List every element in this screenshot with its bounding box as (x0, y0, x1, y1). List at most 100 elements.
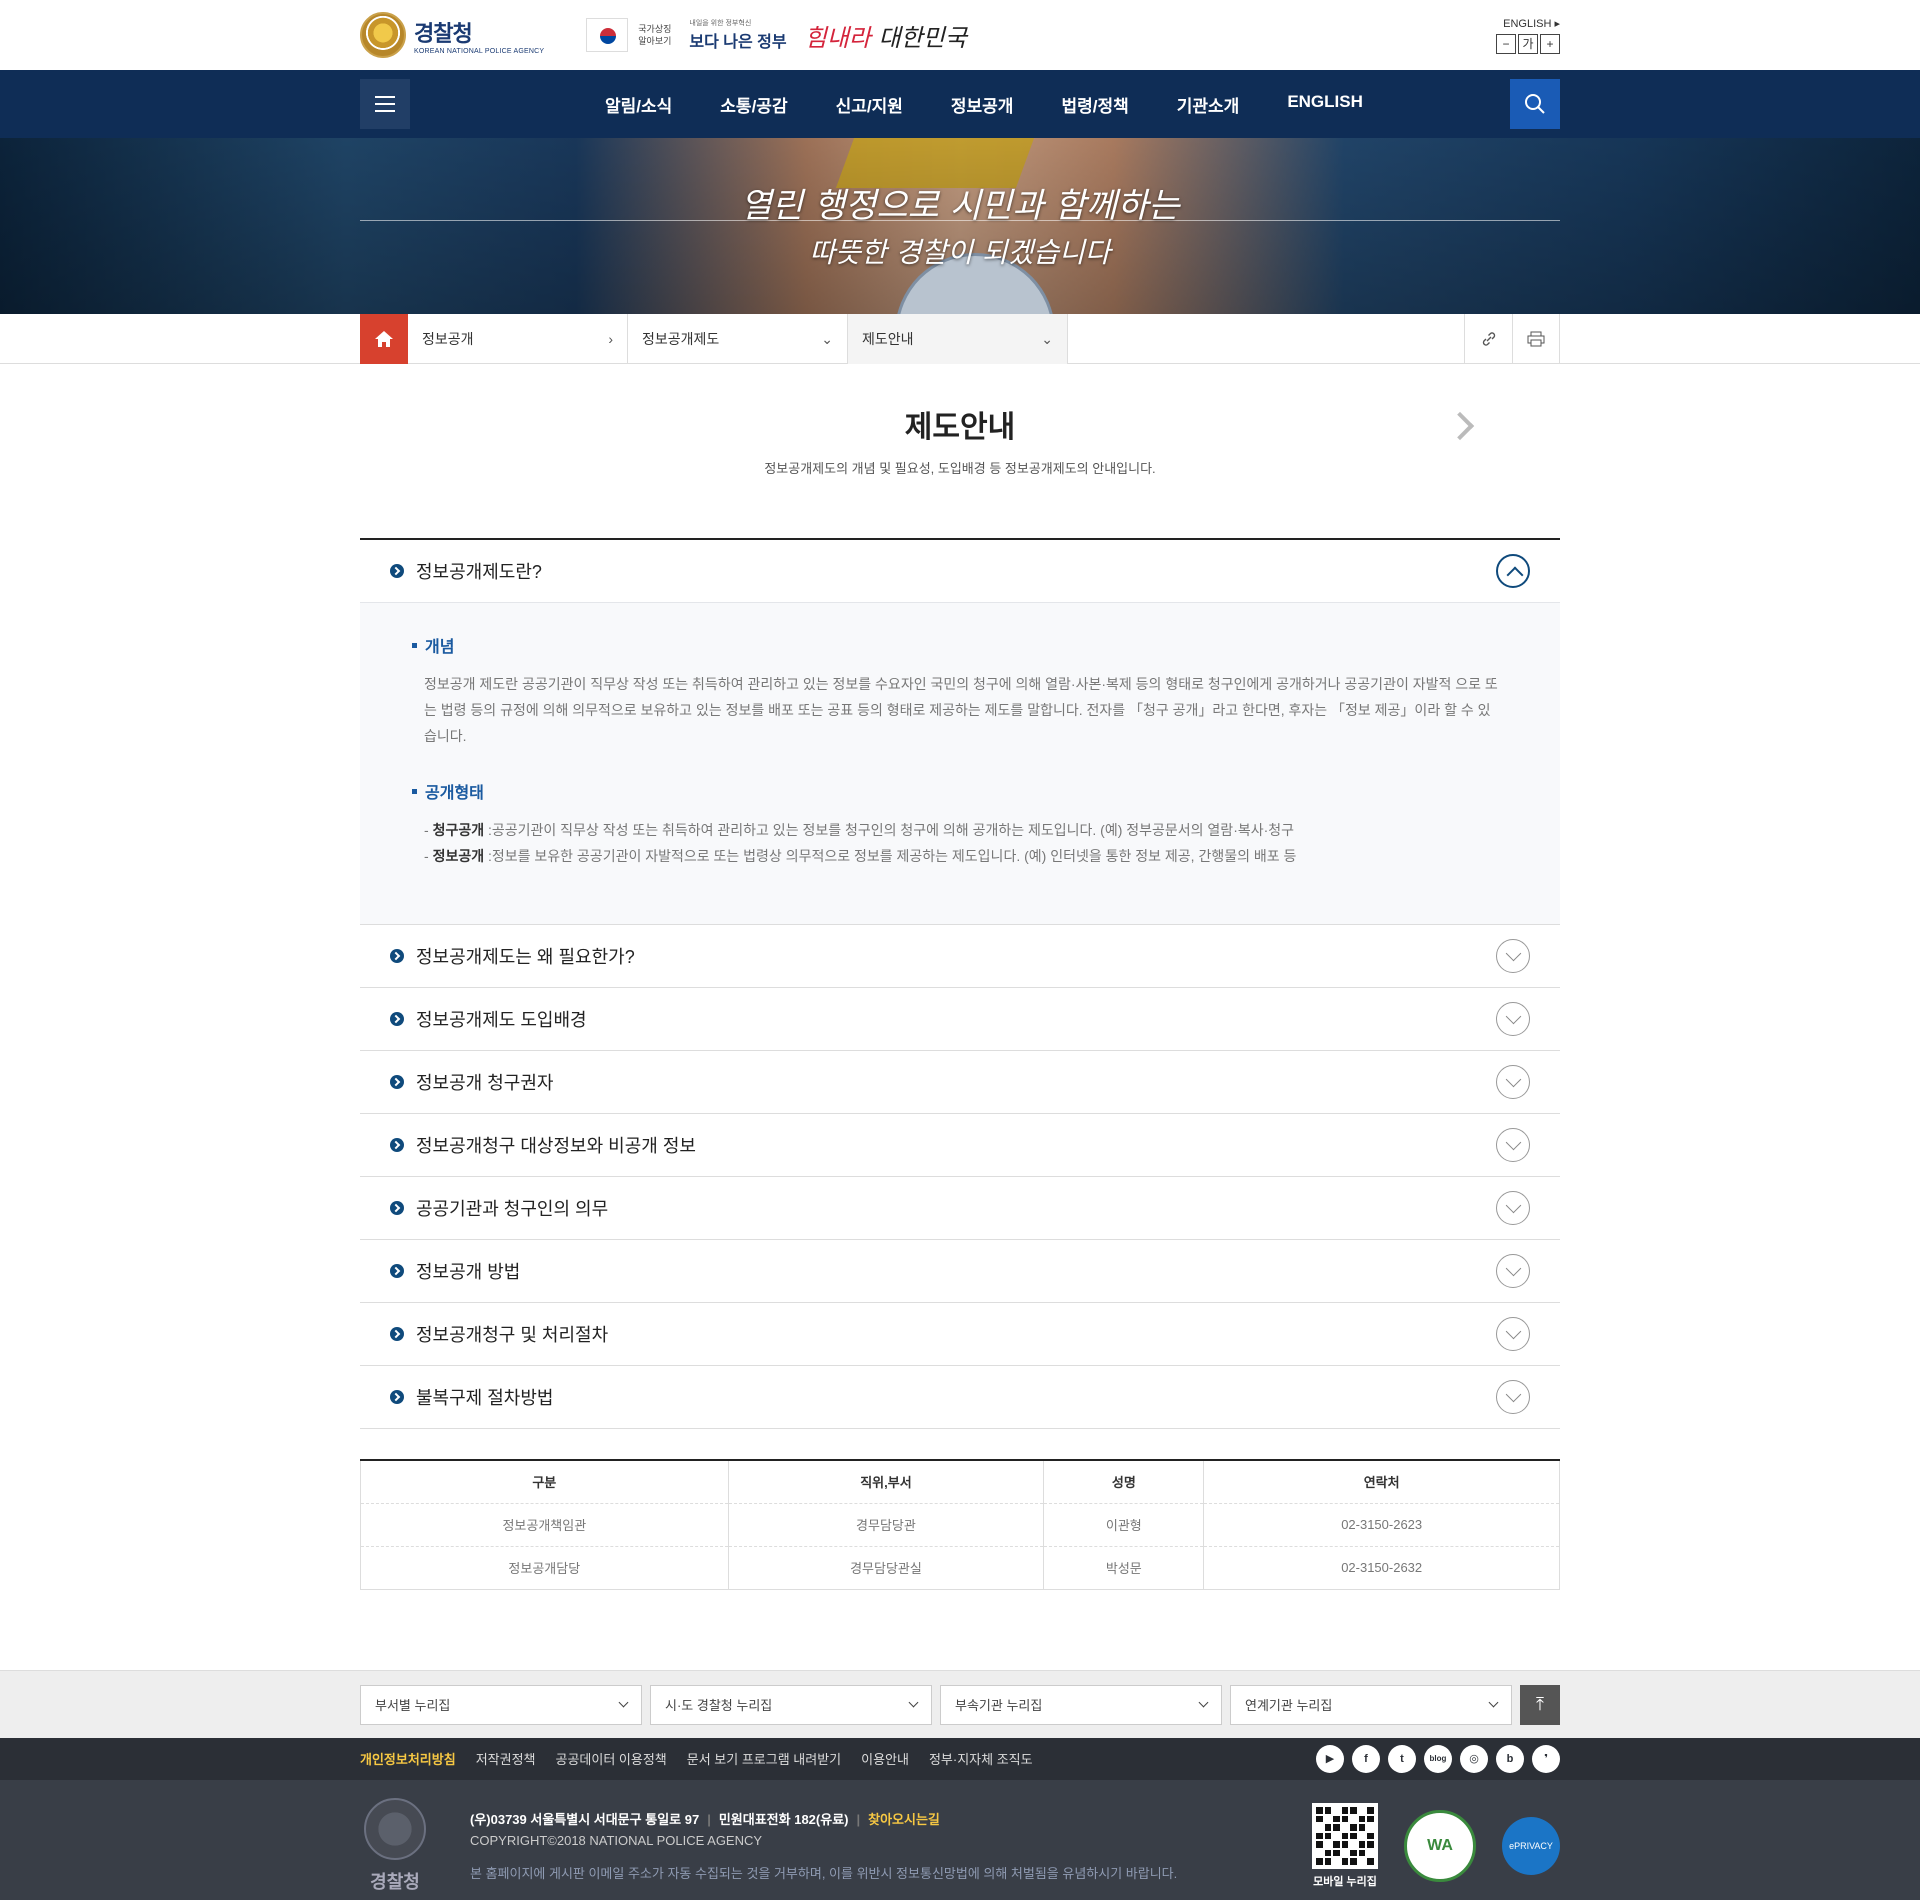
footer-address: (우)03739 서울특별시 서대문구 통일로 97 (470, 1811, 700, 1827)
footer-logo: 경찰청 (360, 1798, 430, 1894)
form-label: 정보공개 (432, 848, 485, 864)
breadcrumb-level3[interactable]: 제도안내 ⌄ (848, 314, 1068, 364)
print-button[interactable] (1512, 314, 1560, 364)
english-link[interactable]: ENGLISH ▸ (1503, 17, 1560, 30)
expand-toggle-icon[interactable] (1496, 1002, 1530, 1036)
gnb-item-law-policy[interactable]: 법령/정책 (1037, 92, 1152, 117)
breadcrumb-level2[interactable]: 정보공개제도 ⌄ (628, 314, 848, 364)
better-government-link[interactable]: 내일을 위한 정부혁신 보다 나은 정부 (689, 18, 786, 52)
police-emblem-icon (364, 1798, 426, 1860)
gnb-item-about[interactable]: 기관소개 (1153, 92, 1264, 117)
accordion-header[interactable]: 공공기관과 청구인의 의무 (360, 1177, 1560, 1239)
collapse-toggle-icon[interactable] (1496, 554, 1530, 588)
site-logo[interactable]: 경찰청 KOREAN NATIONAL POLICE AGENCY (360, 12, 544, 58)
accordion-content: 개념 정보공개 제도란 공공기관이 직무상 작성 또는 취득하여 관리하고 있는… (360, 602, 1560, 924)
gnb-item-news[interactable]: 알림/소식 (581, 92, 696, 117)
gnb-item-communication[interactable]: 소통/공감 (696, 92, 811, 117)
doc-viewer-download-link[interactable]: 문서 보기 프로그램 내려받기 (687, 1749, 841, 1768)
accordion-item: 불복구제 절차방법 (360, 1366, 1560, 1429)
directions-link[interactable]: 찾아오시는길 (868, 1812, 940, 1827)
usage-guide-link[interactable]: 이용안내 (861, 1749, 909, 1768)
youtube-icon[interactable]: ▶ (1316, 1744, 1344, 1773)
breadcrumb-level2-label: 정보공개제도 (642, 331, 720, 347)
page-description: 정보공개제도의 개념 및 필요성, 도입배경 등 정보공개제도의 안내입니다. (764, 461, 1156, 476)
gnb-item-english[interactable]: ENGLISH (1263, 92, 1387, 117)
table-cell: 정보공개담당 (360, 1546, 729, 1590)
gnb-item-report[interactable]: 신고/지원 (812, 92, 927, 117)
expand-toggle-icon[interactable] (1496, 939, 1530, 973)
copyright-policy-link[interactable]: 저작권정책 (476, 1749, 536, 1768)
accordion-item: 정보공개청구 및 처리절차 (360, 1303, 1560, 1366)
national-symbol-link[interactable]: 국가상징 알아보기 (586, 18, 671, 52)
instagram-icon[interactable]: ◎ (1460, 1744, 1488, 1773)
gov-org-chart-link[interactable]: 정부·지자체 조직도 (929, 1749, 1033, 1768)
scroll-top-button[interactable]: ⤒ (1520, 1684, 1560, 1725)
zoom-controls: − 가 + (1496, 33, 1560, 54)
print-icon (1527, 331, 1545, 347)
page-header: 제도안내 정보공개제도의 개념 및 필요성, 도입배경 등 정보공개제도의 안내… (360, 364, 1560, 538)
family-site-select[interactable]: 시·도 경찰청 누리집 (650, 1684, 932, 1725)
accordion-header[interactable]: 정보공개청구 대상정보와 비공개 정보 (360, 1114, 1560, 1176)
table-cell: 02-3150-2632 (1203, 1546, 1560, 1590)
link-copy-button[interactable] (1464, 314, 1512, 364)
table-cell: 정보공개책임관 (360, 1503, 729, 1547)
expand-toggle-icon[interactable] (1496, 1317, 1530, 1351)
table-cell: 경무담당관실 (727, 1546, 1044, 1590)
logo-subtitle: KOREAN NATIONAL POLICE AGENCY (414, 47, 545, 55)
chevron-down-icon (618, 1697, 629, 1708)
table-row: 정보공개책임관 경무담당관 이관형 02-3150-2623 (360, 1503, 1560, 1547)
facebook-icon[interactable]: f (1352, 1744, 1380, 1773)
form-text: :정보를 보유한 공공기관이 자발적으로 또는 법령상 의무적으로 정보를 제공… (484, 848, 1297, 864)
expand-toggle-icon[interactable] (1496, 1254, 1530, 1288)
web-accessibility-mark-icon[interactable]: WA (1404, 1810, 1476, 1882)
kakao-story-icon[interactable]: ❜ (1532, 1744, 1560, 1773)
accordion-header[interactable]: 정보공개 방법 (360, 1240, 1560, 1302)
accordion-header[interactable]: 정보공개 청구권자 (360, 1051, 1560, 1113)
concept-heading: 개념 (412, 633, 1500, 657)
better-gov-small: 내일을 위한 정부혁신 (689, 20, 752, 27)
all-menu-button[interactable] (360, 79, 410, 129)
accordion-item: 정보공개청구 대상정보와 비공개 정보 (360, 1114, 1560, 1177)
accordion-header[interactable]: 정보공개제도는 왜 필요한가? (360, 925, 1560, 987)
bullet-arrow-icon (390, 949, 404, 963)
zoom-out-button[interactable]: − (1496, 33, 1516, 54)
footer-phone: 민원대표전화 182(유료) (718, 1811, 849, 1827)
accordion-header[interactable]: 정보공개청구 및 처리절차 (360, 1303, 1560, 1365)
band-icon[interactable]: b (1496, 1744, 1524, 1773)
eprivacy-mark-icon[interactable]: ePRIVACY (1502, 1817, 1560, 1875)
gnb-item-info-disclosure[interactable]: 정보공개 (927, 92, 1038, 117)
public-data-policy-link[interactable]: 공공데이터 이용정책 (556, 1749, 667, 1768)
chevron-down-icon (908, 1697, 919, 1708)
zoom-reset-button[interactable]: 가 (1518, 33, 1538, 54)
table-header: 직위,부서 (727, 1460, 1044, 1504)
blog-icon[interactable]: blog (1424, 1744, 1452, 1773)
accordion-header[interactable]: 정보공개제도란? (360, 540, 1560, 602)
slogan-a: 힘내라 (804, 23, 871, 52)
mobile-qr[interactable]: 모바일 누리집 (1312, 1803, 1378, 1889)
slogan-link[interactable]: 힘내라 대한민국 (805, 18, 967, 53)
table-cell: 이관형 (1043, 1503, 1204, 1547)
visual-line2: 따뜻한 경찰이 되겠습니다 (809, 236, 1111, 269)
search-button[interactable] (1510, 79, 1560, 129)
accordion-header[interactable]: 불복구제 절차방법 (360, 1366, 1560, 1428)
breadcrumb-level1-label: 정보공개 (422, 331, 474, 347)
breadcrumb-level1[interactable]: 정보공개 › (408, 314, 628, 364)
home-button[interactable] (360, 314, 408, 364)
family-site-select[interactable]: 부속기관 누리집 (940, 1684, 1222, 1725)
expand-toggle-icon[interactable] (1496, 1191, 1530, 1225)
privacy-policy-link[interactable]: 개인정보처리방침 (360, 1749, 456, 1768)
accordion-header[interactable]: 정보공개제도 도입배경 (360, 988, 1560, 1050)
chevron-down-icon (1198, 1697, 1209, 1708)
expand-toggle-icon[interactable] (1496, 1065, 1530, 1099)
footer-copyright: COPYRIGHT©2018 NATIONAL POLICE AGENCY (470, 1832, 763, 1848)
expand-toggle-icon[interactable] (1496, 1380, 1530, 1414)
accordion-title: 공공기관과 청구인의 의무 (416, 1199, 609, 1219)
family-site-select[interactable]: 부서별 누리집 (360, 1684, 642, 1725)
footer-info: 경찰청 (우)03739 서울특별시 서대문구 통일로 97 | 민원대표전화 18… (0, 1779, 1920, 1900)
page-title: 제도안내 (904, 411, 1016, 444)
twitter-icon[interactable]: t (1388, 1744, 1416, 1773)
zoom-in-button[interactable]: + (1540, 33, 1560, 54)
family-site-select[interactable]: 연계기관 누리집 (1230, 1684, 1512, 1725)
footer-links-bar: 개인정보처리방침 저작권정책 공공데이터 이용정책 문서 보기 프로그램 내려받… (0, 1737, 1920, 1780)
expand-toggle-icon[interactable] (1496, 1128, 1530, 1162)
